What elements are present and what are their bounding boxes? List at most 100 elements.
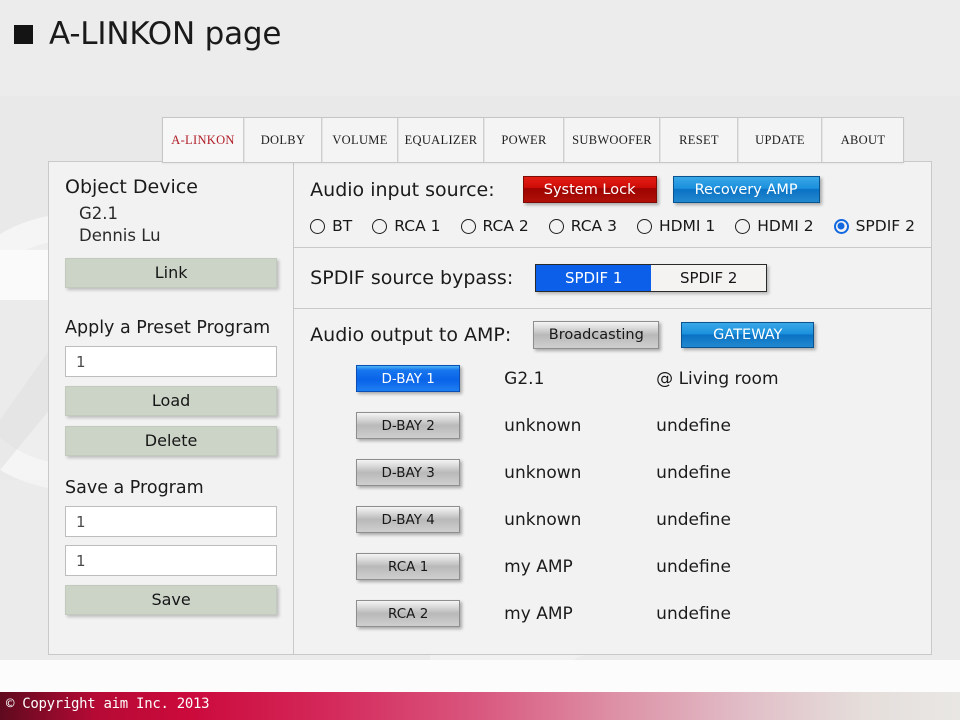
output-device-location: undefine xyxy=(656,462,731,483)
device-name: G2.1 xyxy=(79,204,119,223)
radio-label: HDMI 1 xyxy=(658,217,716,235)
radio-rca-1[interactable]: RCA 1 xyxy=(372,217,441,235)
output-device-location: undefine xyxy=(656,603,731,624)
spdif-segment-label: SPDIF 2 xyxy=(679,269,738,287)
output-button-d-bay-2[interactable]: D-BAY 2 xyxy=(356,412,461,439)
audio-output-row: RCA 2 my AMP undefine xyxy=(310,600,915,627)
radio-label: HDMI 2 xyxy=(757,217,814,235)
output-device-name: unknown xyxy=(504,509,582,530)
tab-a-linkon[interactable]: A-LINKON xyxy=(162,118,244,162)
audio-output-label: Audio output to AMP: xyxy=(310,324,512,346)
output-button-d-bay-3[interactable]: D-BAY 3 xyxy=(356,459,461,486)
radio-rca-2[interactable]: RCA 2 xyxy=(460,217,529,235)
navigation-tabs: A-LINKON DOLBY VOLUME EQUALIZER POWER SUBWOOF… xyxy=(162,117,904,163)
radio-button-icon[interactable] xyxy=(735,218,751,234)
radio-hdmi-1[interactable]: HDMI 1 xyxy=(636,217,716,235)
save-program-heading: Save a Program xyxy=(65,478,204,498)
tab-label: POWER xyxy=(501,132,547,147)
output-button-d-bay-4[interactable]: D-BAY 4 xyxy=(356,506,461,533)
spdif-segment-label: SPDIF 1 xyxy=(564,269,623,287)
save-program-name-input[interactable] xyxy=(65,506,278,537)
footer-strip xyxy=(0,681,960,692)
audio-output-row: D-BAY 1 G2.1 @ Living room xyxy=(310,365,915,392)
radio-bt[interactable]: BT xyxy=(310,217,352,235)
radio-button-icon[interactable] xyxy=(310,218,326,234)
tab-dolby[interactable]: DOLBY xyxy=(244,118,322,162)
link-button[interactable]: Link xyxy=(65,258,278,288)
output-device-name: my AMP xyxy=(504,603,573,624)
delete-button[interactable]: Delete xyxy=(65,426,278,456)
load-button[interactable]: Load xyxy=(65,386,278,416)
tab-power[interactable]: POWER xyxy=(484,118,564,162)
tab-label: ABOUT xyxy=(840,132,886,147)
output-device-name: my AMP xyxy=(504,556,573,577)
radio-label: BT xyxy=(332,217,353,235)
audio-output-row: D-BAY 2 unknown undefine xyxy=(310,412,915,439)
save-program-slot-input[interactable] xyxy=(65,545,278,576)
tab-about[interactable]: ABOUT xyxy=(822,118,904,162)
tab-subwoofer[interactable]: SUBWOOFER xyxy=(564,118,660,162)
output-button-d-bay-1[interactable]: D-BAY 1 xyxy=(356,365,461,392)
output-device-location: @ Living room xyxy=(656,368,779,389)
tab-label: RESET xyxy=(679,132,719,147)
radio-button-icon[interactable] xyxy=(833,218,849,234)
object-device-heading: Object Device xyxy=(65,176,198,198)
radio-button-icon[interactable] xyxy=(372,218,388,234)
device-owner: Dennis Lu xyxy=(79,226,161,245)
spdif-segment-spdif-1[interactable]: SPDIF 1 xyxy=(536,265,652,291)
spdif-bypass-label: SPDIF source bypass: xyxy=(310,267,514,289)
output-device-location: undefine xyxy=(656,509,731,530)
page-title: A-LINKON page xyxy=(14,16,281,52)
spdif-bypass-section: SPDIF source bypass: SPDIF 1 SPDIF 2 xyxy=(294,248,931,309)
radio-rca-3[interactable]: RCA 3 xyxy=(548,217,617,235)
tab-label: SUBWOOFER xyxy=(572,132,652,147)
radio-button-icon[interactable] xyxy=(460,218,476,234)
output-device-location: undefine xyxy=(656,415,731,436)
audio-output-row: D-BAY 4 unknown undefine xyxy=(310,506,915,533)
radio-spdif-2[interactable]: SPDIF 2 xyxy=(833,217,915,235)
audio-input-source-label: Audio input source: xyxy=(310,178,495,201)
tab-label: UPDATE xyxy=(755,132,805,147)
tab-volume[interactable]: VOLUME xyxy=(322,118,398,162)
radio-hdmi-2[interactable]: HDMI 2 xyxy=(735,217,814,235)
audio-input-radio-group: BT RCA 1 RCA 2 RCA 3 HDMI 1 HDMI 2 SPDIF 2 xyxy=(310,217,915,235)
square-bullet-icon xyxy=(14,24,33,44)
page-title-text: A-LINKON page xyxy=(49,16,282,52)
sidebar: Object Device G2.1 Dennis Lu Link Apply … xyxy=(49,162,295,654)
tab-update[interactable]: UPDATE xyxy=(738,118,822,162)
radio-label: RCA 1 xyxy=(394,217,441,235)
output-button-rca-1[interactable]: RCA 1 xyxy=(356,553,461,580)
broadcasting-button[interactable]: Broadcasting xyxy=(533,321,660,349)
tab-reset[interactable]: RESET xyxy=(660,118,738,162)
tab-label: A-LINKON xyxy=(171,132,235,147)
apply-preset-heading: Apply a Preset Program xyxy=(65,318,271,338)
spdif-segment-spdif-2[interactable]: SPDIF 2 xyxy=(651,265,767,291)
radio-button-icon[interactable] xyxy=(636,218,652,234)
output-device-location: undefine xyxy=(656,556,731,577)
tab-label: DOLBY xyxy=(260,132,306,147)
save-button[interactable]: Save xyxy=(65,585,278,615)
copyright-text: © Copyright aim Inc. 2013 xyxy=(6,696,210,712)
output-device-name: G2.1 xyxy=(504,368,545,389)
audio-output-row: D-BAY 3 unknown undefine xyxy=(310,459,915,486)
recovery-amp-button[interactable]: Recovery AMP xyxy=(672,176,820,203)
audio-output-rows: D-BAY 1 G2.1 @ Living room D-BAY 2 unknown un… xyxy=(310,365,915,627)
output-device-name: unknown xyxy=(504,462,582,483)
audio-output-section: Audio output to AMP: Broadcasting GATEWA… xyxy=(294,309,931,654)
radio-label: RCA 3 xyxy=(570,217,617,235)
tab-label: EQUALIZER xyxy=(404,132,478,147)
gateway-button[interactable]: GATEWAY xyxy=(681,322,815,348)
system-lock-button[interactable]: System Lock xyxy=(522,176,657,203)
audio-output-row: RCA 1 my AMP undefine xyxy=(310,553,915,580)
content-area: Audio input source: System Lock Recovery… xyxy=(294,162,931,654)
radio-label: RCA 2 xyxy=(482,217,529,235)
radio-button-icon[interactable] xyxy=(548,218,564,234)
tab-label: VOLUME xyxy=(332,132,388,147)
preset-program-input[interactable] xyxy=(65,346,278,377)
radio-label: SPDIF 2 xyxy=(855,217,915,235)
footer-bar: © Copyright aim Inc. 2013 xyxy=(0,692,960,720)
tab-equalizer[interactable]: EQUALIZER xyxy=(398,118,484,162)
spdif-bypass-toggle: SPDIF 1 SPDIF 2 xyxy=(535,264,768,292)
audio-input-source-section: Audio input source: System Lock Recovery… xyxy=(294,162,931,248)
output-button-rca-2[interactable]: RCA 2 xyxy=(356,600,461,627)
